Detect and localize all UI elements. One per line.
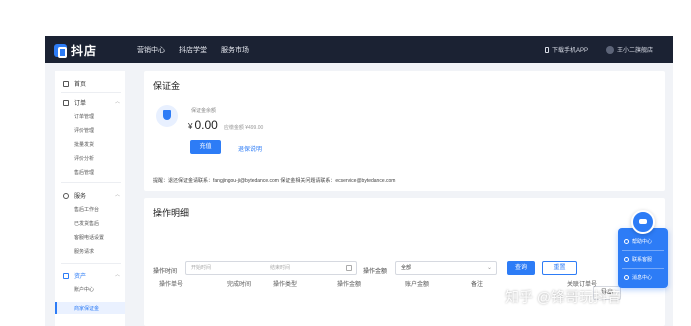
shop-account[interactable]: 王小二旗舰店: [605, 45, 653, 54]
end-date-placeholder: 结束时间: [270, 265, 291, 271]
balance-label: 保证金余额: [191, 108, 217, 114]
sidebar-item-after-sales[interactable]: 售后管理: [74, 169, 94, 176]
sidebar-item-after-sales-desk[interactable]: 售后工作台: [74, 206, 99, 213]
contact-service-label: 联系客服: [632, 257, 653, 263]
nav-academy[interactable]: 抖店学堂: [179, 45, 207, 55]
col-op-id: 操作单号: [159, 282, 184, 288]
date-range-input[interactable]: 开始时间 结束时间: [185, 261, 357, 275]
home-icon: [63, 80, 69, 87]
sidebar-item-cs-phone[interactable]: 客服电话设置: [74, 234, 104, 241]
recharge-button[interactable]: 充值: [190, 140, 221, 154]
message-center-label: 消息中心: [632, 275, 653, 281]
col-finish-time: 完成时间: [227, 282, 252, 288]
sidebar-item-order-manage[interactable]: 订单管理: [74, 113, 94, 120]
sidebar: 首页 订单 ︿ 订单管理 评价管理 批量发货 评价分析 售后管理 服务 ︿ 售后…: [55, 71, 125, 326]
logo-text: 抖店: [71, 44, 98, 58]
amount-select-value: 全部: [401, 265, 412, 271]
sidebar-item-deposit[interactable]: 商家保证金: [74, 305, 99, 312]
time-filter-label: 操作时间: [153, 269, 178, 275]
sidebar-item-label: 首页: [74, 82, 87, 88]
sidebar-item-service-request[interactable]: 服务请求: [74, 248, 94, 255]
wallet-icon: [63, 272, 69, 279]
chevron-up-icon: ︿: [115, 192, 121, 198]
shop-name: 王小二旗舰店: [616, 48, 653, 54]
chevron-down-icon: ⌄: [486, 265, 492, 271]
floating-help-panel: 帮助中心 联系客服 消息中心: [618, 228, 668, 288]
amount-select[interactable]: 全部 ⌄: [395, 261, 497, 275]
deposit-card: 保证金 保证金余额 ¥ 0.00 应缴金额 ¥499.00 充值 退保说明 提醒…: [144, 71, 665, 191]
divider: [61, 182, 121, 183]
divider: [622, 250, 664, 251]
order-icon: [63, 99, 69, 106]
logo-icon: [54, 44, 67, 58]
col-remark: 备注: [471, 282, 484, 288]
avatar: [605, 46, 614, 54]
help-center-button[interactable]: 帮助中心: [624, 238, 652, 245]
amount-value: 0.00: [194, 118, 218, 132]
contact-service-button[interactable]: 联系客服: [624, 256, 652, 263]
sidebar-item-batch-ship[interactable]: 批量发货: [74, 141, 94, 148]
amount-filter-label: 操作金额: [363, 269, 388, 275]
reset-button[interactable]: 重置: [542, 261, 577, 275]
divider: [61, 92, 121, 93]
col-op-amount: 操作金额: [337, 282, 362, 288]
help-icon: [624, 239, 629, 244]
sidebar-item-review-manage[interactable]: 评价管理: [74, 127, 94, 134]
chevron-up-icon: ︿: [115, 272, 121, 278]
chevron-up-icon: ︿: [115, 99, 121, 105]
phone-icon: [544, 47, 549, 53]
balance-amount: ¥ 0.00 应缴金额 ¥499.00: [188, 118, 263, 132]
help-center-label: 帮助中心: [632, 239, 653, 245]
deposit-title: 保证金: [153, 81, 181, 91]
shield-icon: [156, 105, 178, 127]
nav-service-market[interactable]: 服务市场: [221, 45, 249, 55]
top-navbar: 抖店 营销中心 抖店学堂 服务市场 下载手机APP 王小二旗舰店: [45, 36, 673, 63]
amount-note: 应缴金额 ¥499.00: [223, 125, 264, 131]
divider: [622, 268, 664, 269]
start-date-placeholder: 开始时间: [191, 265, 212, 271]
sidebar-group-assets[interactable]: 资产 ︿: [63, 271, 120, 280]
headset-icon: [624, 257, 629, 262]
sidebar-group-label: 订单: [74, 101, 87, 107]
nav-marketing[interactable]: 营销中心: [137, 45, 165, 55]
col-account-amount: 账户金额: [405, 282, 430, 288]
contact-footnote: 提醒：退还保证金请联系：fangjingou-ji@bytedance.com …: [153, 178, 396, 184]
query-button[interactable]: 查询: [507, 261, 535, 275]
service-icon: [63, 192, 69, 199]
top-nav: 营销中心 抖店学堂 服务市场: [137, 45, 249, 55]
calendar-icon: [346, 265, 352, 271]
logo[interactable]: 抖店: [54, 42, 97, 59]
currency-symbol: ¥: [188, 122, 193, 131]
sidebar-item-review-analysis[interactable]: 评价分析: [74, 155, 94, 162]
sidebar-item-shipped-after-sales[interactable]: 已发货售后: [74, 220, 99, 227]
divider: [61, 263, 121, 264]
sidebar-group-order[interactable]: 订单 ︿: [63, 98, 120, 107]
sidebar-group-service[interactable]: 服务 ︿: [63, 191, 120, 200]
message-center-button[interactable]: 消息中心: [624, 274, 652, 281]
sidebar-item-account-center[interactable]: 账户中心: [74, 286, 94, 293]
watermark-text: 知乎 @锋哥玩抖音: [505, 289, 622, 305]
assistant-robot-icon[interactable]: [631, 210, 655, 234]
sidebar-item-home[interactable]: 首页: [63, 79, 86, 88]
message-icon: [624, 275, 629, 280]
download-app-label: 下载手机APP: [551, 48, 588, 54]
sidebar-group-label: 服务: [74, 194, 87, 200]
refund-rules-link[interactable]: 退保说明: [238, 144, 262, 153]
sidebar-group-label: 资产: [74, 274, 87, 280]
download-app-link[interactable]: 下载手机APP: [544, 45, 588, 54]
app-window: 抖店 营销中心 抖店学堂 服务市场 下载手机APP 王小二旗舰店 首页 订单 ︿…: [45, 36, 673, 326]
operations-title: 操作明细: [153, 208, 190, 218]
col-op-type: 操作类型: [273, 282, 298, 288]
top-right-actions: 下载手机APP 王小二旗舰店: [544, 45, 653, 54]
